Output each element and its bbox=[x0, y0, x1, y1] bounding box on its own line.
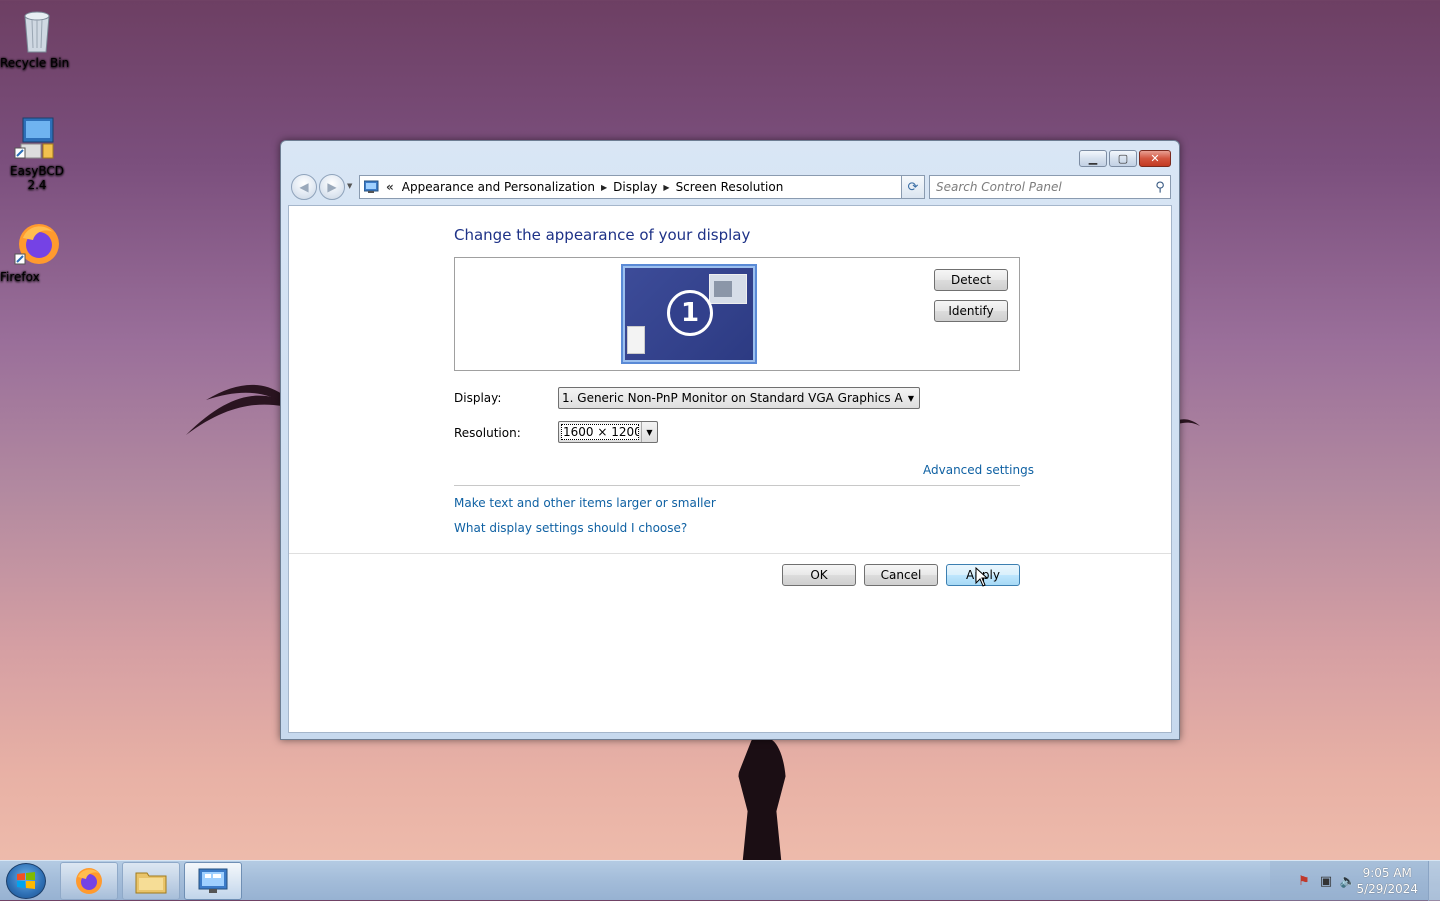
mini-window-decoration bbox=[709, 274, 747, 304]
network-icon[interactable]: ▣ bbox=[1318, 873, 1334, 889]
display-help-link[interactable]: What display settings should I choose? bbox=[454, 521, 687, 535]
address-bar[interactable]: « Appearance and Personalization ▶ Displ… bbox=[359, 175, 923, 199]
refresh-button[interactable]: ⟳ bbox=[901, 175, 925, 199]
desktop-icon-recycle-bin[interactable]: Recycle Bin bbox=[0, 6, 74, 70]
resolution-select[interactable]: 1600 × 1200 ▼ bbox=[558, 421, 658, 443]
palm-fronds-decoration bbox=[1178, 419, 1200, 426]
clock-date: 5/29/2024 bbox=[1356, 882, 1418, 896]
taskbar: ⚑ ▣ 🔈 9:05 AM 5/29/2024 bbox=[0, 860, 1440, 901]
forward-arrow-icon: ▶ bbox=[327, 180, 337, 194]
chevron-down-icon: ▼ bbox=[347, 182, 353, 190]
breadcrumb-screen-resolution[interactable]: Screen Resolution bbox=[672, 180, 788, 194]
palm-trunk-decoration bbox=[738, 738, 786, 860]
screen-resolution-window: ▁ ▢ ✕ ◀ ▶ ▼ « Appearance and Personaliza… bbox=[280, 140, 1180, 740]
cancel-button[interactable]: Cancel bbox=[864, 564, 938, 586]
search-input[interactable] bbox=[930, 180, 1150, 194]
clock[interactable]: 9:05 AM 5/29/2024 bbox=[1356, 865, 1418, 897]
folder-icon bbox=[135, 872, 167, 894]
windows-logo-icon bbox=[17, 872, 35, 889]
taskbar-control-panel[interactable] bbox=[184, 862, 242, 900]
detect-button[interactable]: Detect bbox=[934, 269, 1008, 291]
close-button[interactable]: ✕ bbox=[1139, 150, 1171, 167]
desktop-icon-easybcd[interactable]: EasyBCD 2.4 bbox=[0, 114, 74, 192]
mouse-cursor-icon bbox=[975, 567, 989, 587]
chevron-down-icon: ▼ bbox=[907, 393, 915, 403]
recycle-bin-icon bbox=[13, 6, 61, 54]
monitor-number: 1 bbox=[667, 290, 713, 336]
close-icon: ✕ bbox=[1150, 152, 1160, 165]
identify-button[interactable]: Identify bbox=[934, 300, 1008, 322]
maximize-icon: ▢ bbox=[1117, 152, 1129, 165]
taskbar-firefox[interactable] bbox=[60, 862, 118, 900]
advanced-settings-link[interactable]: Advanced settings bbox=[923, 463, 1034, 477]
breadcrumb-overflow[interactable]: « bbox=[384, 180, 398, 194]
maximize-button[interactable]: ▢ bbox=[1109, 150, 1137, 167]
desktop-icon-firefox[interactable]: Firefox bbox=[0, 220, 74, 284]
firefox-icon bbox=[76, 868, 102, 894]
monitor-arrangement-panel: 1 Detect Identify bbox=[454, 257, 1020, 371]
content-pane: Change the appearance of your display 1 … bbox=[288, 205, 1172, 733]
minimize-icon: ▁ bbox=[1088, 152, 1098, 165]
display-label: Display: bbox=[454, 391, 502, 405]
display-select[interactable]: 1. Generic Non-PnP Monitor on Standard V… bbox=[558, 387, 920, 409]
breadcrumb-separator-icon[interactable]: ▶ bbox=[599, 183, 609, 192]
chevron-down-icon: ▼ bbox=[641, 422, 657, 442]
recent-pages-dropdown[interactable]: ▼ bbox=[347, 182, 352, 190]
mini-window-decoration bbox=[627, 326, 645, 354]
text-size-link[interactable]: Make text and other items larger or smal… bbox=[454, 496, 716, 510]
divider bbox=[454, 485, 1020, 486]
back-button[interactable]: ◀ bbox=[291, 174, 317, 200]
volume-muted-icon[interactable]: 🔈 bbox=[1340, 873, 1356, 889]
monitor-1-thumbnail[interactable]: 1 bbox=[621, 264, 757, 364]
ok-button[interactable]: OK bbox=[782, 564, 856, 586]
breadcrumb-appearance[interactable]: Appearance and Personalization bbox=[398, 180, 599, 194]
back-arrow-icon: ◀ bbox=[299, 180, 309, 194]
taskbar-file-explorer[interactable] bbox=[122, 862, 180, 900]
minimize-button[interactable]: ▁ bbox=[1079, 150, 1107, 167]
easybcd-icon bbox=[13, 114, 61, 162]
desktop-icon-label: Firefox bbox=[0, 270, 40, 284]
display-select-value: 1. Generic Non-PnP Monitor on Standard V… bbox=[562, 391, 903, 405]
breadcrumb-separator-icon[interactable]: ▶ bbox=[661, 183, 671, 192]
forward-button[interactable]: ▶ bbox=[319, 174, 345, 200]
action-center-flag-icon[interactable]: ⚑ bbox=[1296, 873, 1312, 889]
start-button[interactable] bbox=[6, 863, 46, 899]
navigation-bar: ◀ ▶ ▼ « Appearance and Personalization ▶… bbox=[289, 173, 1171, 201]
desktop-icon-label: Recycle Bin bbox=[0, 56, 70, 70]
firefox-icon bbox=[13, 220, 61, 268]
control-panel-icon bbox=[363, 180, 380, 194]
clock-time: 9:05 AM bbox=[1362, 866, 1412, 880]
resolution-label: Resolution: bbox=[454, 426, 521, 440]
page-title: Change the appearance of your display bbox=[454, 226, 751, 244]
search-icon[interactable]: ⚲ bbox=[1150, 180, 1170, 195]
show-desktop-button[interactable] bbox=[1428, 861, 1440, 901]
search-box: ⚲ bbox=[929, 175, 1171, 199]
palm-fronds-decoration bbox=[186, 384, 282, 435]
refresh-icon: ⟳ bbox=[907, 179, 919, 195]
desktop-icon-label: EasyBCD 2.4 bbox=[10, 164, 64, 192]
resolution-select-value: 1600 × 1200 bbox=[561, 424, 639, 440]
window-controls: ▁ ▢ ✕ bbox=[1079, 150, 1171, 167]
display-settings-icon bbox=[198, 868, 228, 893]
divider bbox=[289, 553, 1171, 554]
notification-area: ⚑ ▣ 🔈 9:05 AM 5/29/2024 bbox=[1270, 861, 1440, 901]
breadcrumb-display[interactable]: Display bbox=[609, 180, 661, 194]
